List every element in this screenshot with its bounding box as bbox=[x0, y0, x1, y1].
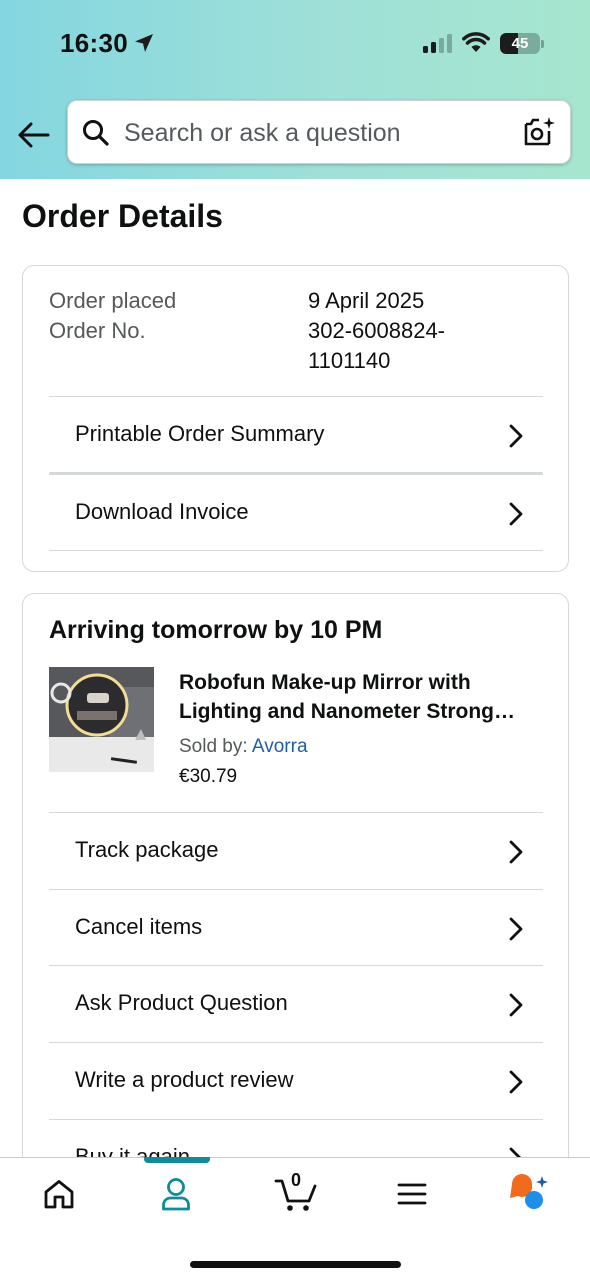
back-arrow-icon bbox=[18, 122, 50, 148]
chevron-right-icon bbox=[509, 502, 523, 526]
menu-icon bbox=[397, 1183, 427, 1205]
account-icon bbox=[162, 1178, 190, 1211]
back-button[interactable] bbox=[14, 116, 52, 154]
printable-order-summary-row[interactable]: Printable Order Summary bbox=[49, 396, 543, 473]
order-number-label: Order No. bbox=[49, 318, 146, 343]
active-tab-indicator bbox=[144, 1157, 210, 1163]
row-label: Track package bbox=[75, 837, 219, 862]
download-invoice-row[interactable]: Download Invoice bbox=[49, 472, 543, 549]
mirror-product-thumbnail bbox=[49, 667, 154, 772]
sold-by-label: Sold by: bbox=[179, 736, 252, 757]
search-input[interactable]: Search or ask a question bbox=[67, 100, 571, 164]
seller-link[interactable]: Avorra bbox=[252, 736, 308, 757]
battery-level: 45 bbox=[511, 35, 529, 52]
write-review-row[interactable]: Write a product review bbox=[49, 1042, 543, 1119]
ask-product-question-row[interactable]: Ask Product Question bbox=[49, 965, 543, 1042]
chevron-right-icon bbox=[509, 993, 523, 1017]
shipment-card: Arriving tomorrow by 10 PM Robofun Make-… bbox=[22, 593, 569, 1213]
order-info-card: Order placed 9 April 2025 Order No. 302-… bbox=[22, 265, 569, 572]
nav-rufus[interactable] bbox=[498, 1172, 558, 1216]
cart-count: 0 bbox=[290, 1170, 301, 1190]
delivery-estimate: Arriving tomorrow by 10 PM bbox=[49, 616, 383, 644]
track-package-row[interactable]: Track package bbox=[49, 812, 543, 889]
chevron-right-icon bbox=[509, 917, 523, 941]
row-label: Cancel items bbox=[75, 914, 203, 939]
order-number-value: 302-6008824- 1101140 bbox=[308, 316, 508, 376]
row-label: Printable Order Summary bbox=[75, 421, 325, 446]
product-price: €30.79 bbox=[179, 766, 238, 787]
battery-icon: 45 bbox=[500, 33, 540, 54]
chevron-right-icon bbox=[509, 424, 523, 448]
nav-menu[interactable] bbox=[382, 1172, 442, 1216]
cancel-items-row[interactable]: Cancel items bbox=[49, 889, 543, 966]
location-arrow-icon bbox=[135, 34, 153, 52]
chevron-right-icon bbox=[509, 840, 523, 864]
order-number-line-2: 1101140 bbox=[308, 348, 391, 373]
home-icon bbox=[44, 1180, 74, 1209]
row-label: Download Invoice bbox=[75, 499, 249, 524]
sold-by: Sold by: Avorra bbox=[179, 736, 308, 758]
order-placed-label: Order placed bbox=[49, 288, 177, 313]
app-header: 16:30 45 Search or ask a question bbox=[0, 0, 590, 179]
status-time: 16:30 bbox=[60, 28, 128, 58]
search-icon bbox=[83, 120, 109, 146]
nav-cart[interactable]: 0 bbox=[266, 1170, 326, 1216]
product-image[interactable] bbox=[49, 667, 154, 772]
order-number-line-1: 302-6008824- bbox=[308, 318, 446, 343]
home-indicator bbox=[190, 1261, 401, 1268]
divider bbox=[49, 550, 543, 551]
battery-cap bbox=[541, 40, 544, 48]
nav-home[interactable] bbox=[29, 1172, 89, 1216]
page-title: Order Details bbox=[22, 198, 223, 234]
wifi-icon bbox=[462, 32, 490, 52]
chevron-right-icon bbox=[509, 1070, 523, 1094]
row-label: Ask Product Question bbox=[75, 990, 288, 1015]
product-title[interactable]: Robofun Make-up Mirror with Lighting and… bbox=[179, 668, 549, 726]
row-label: Write a product review bbox=[75, 1067, 294, 1092]
rufus-icon bbox=[510, 1174, 548, 1209]
search-placeholder: Search or ask a question bbox=[124, 119, 401, 147]
bottom-nav: 0 bbox=[0, 1157, 590, 1280]
nav-account[interactable] bbox=[146, 1172, 206, 1216]
order-placed-value: 9 April 2025 bbox=[308, 288, 425, 313]
camera-lens-icon[interactable] bbox=[522, 115, 556, 149]
cellular-signal-icon bbox=[423, 33, 452, 53]
